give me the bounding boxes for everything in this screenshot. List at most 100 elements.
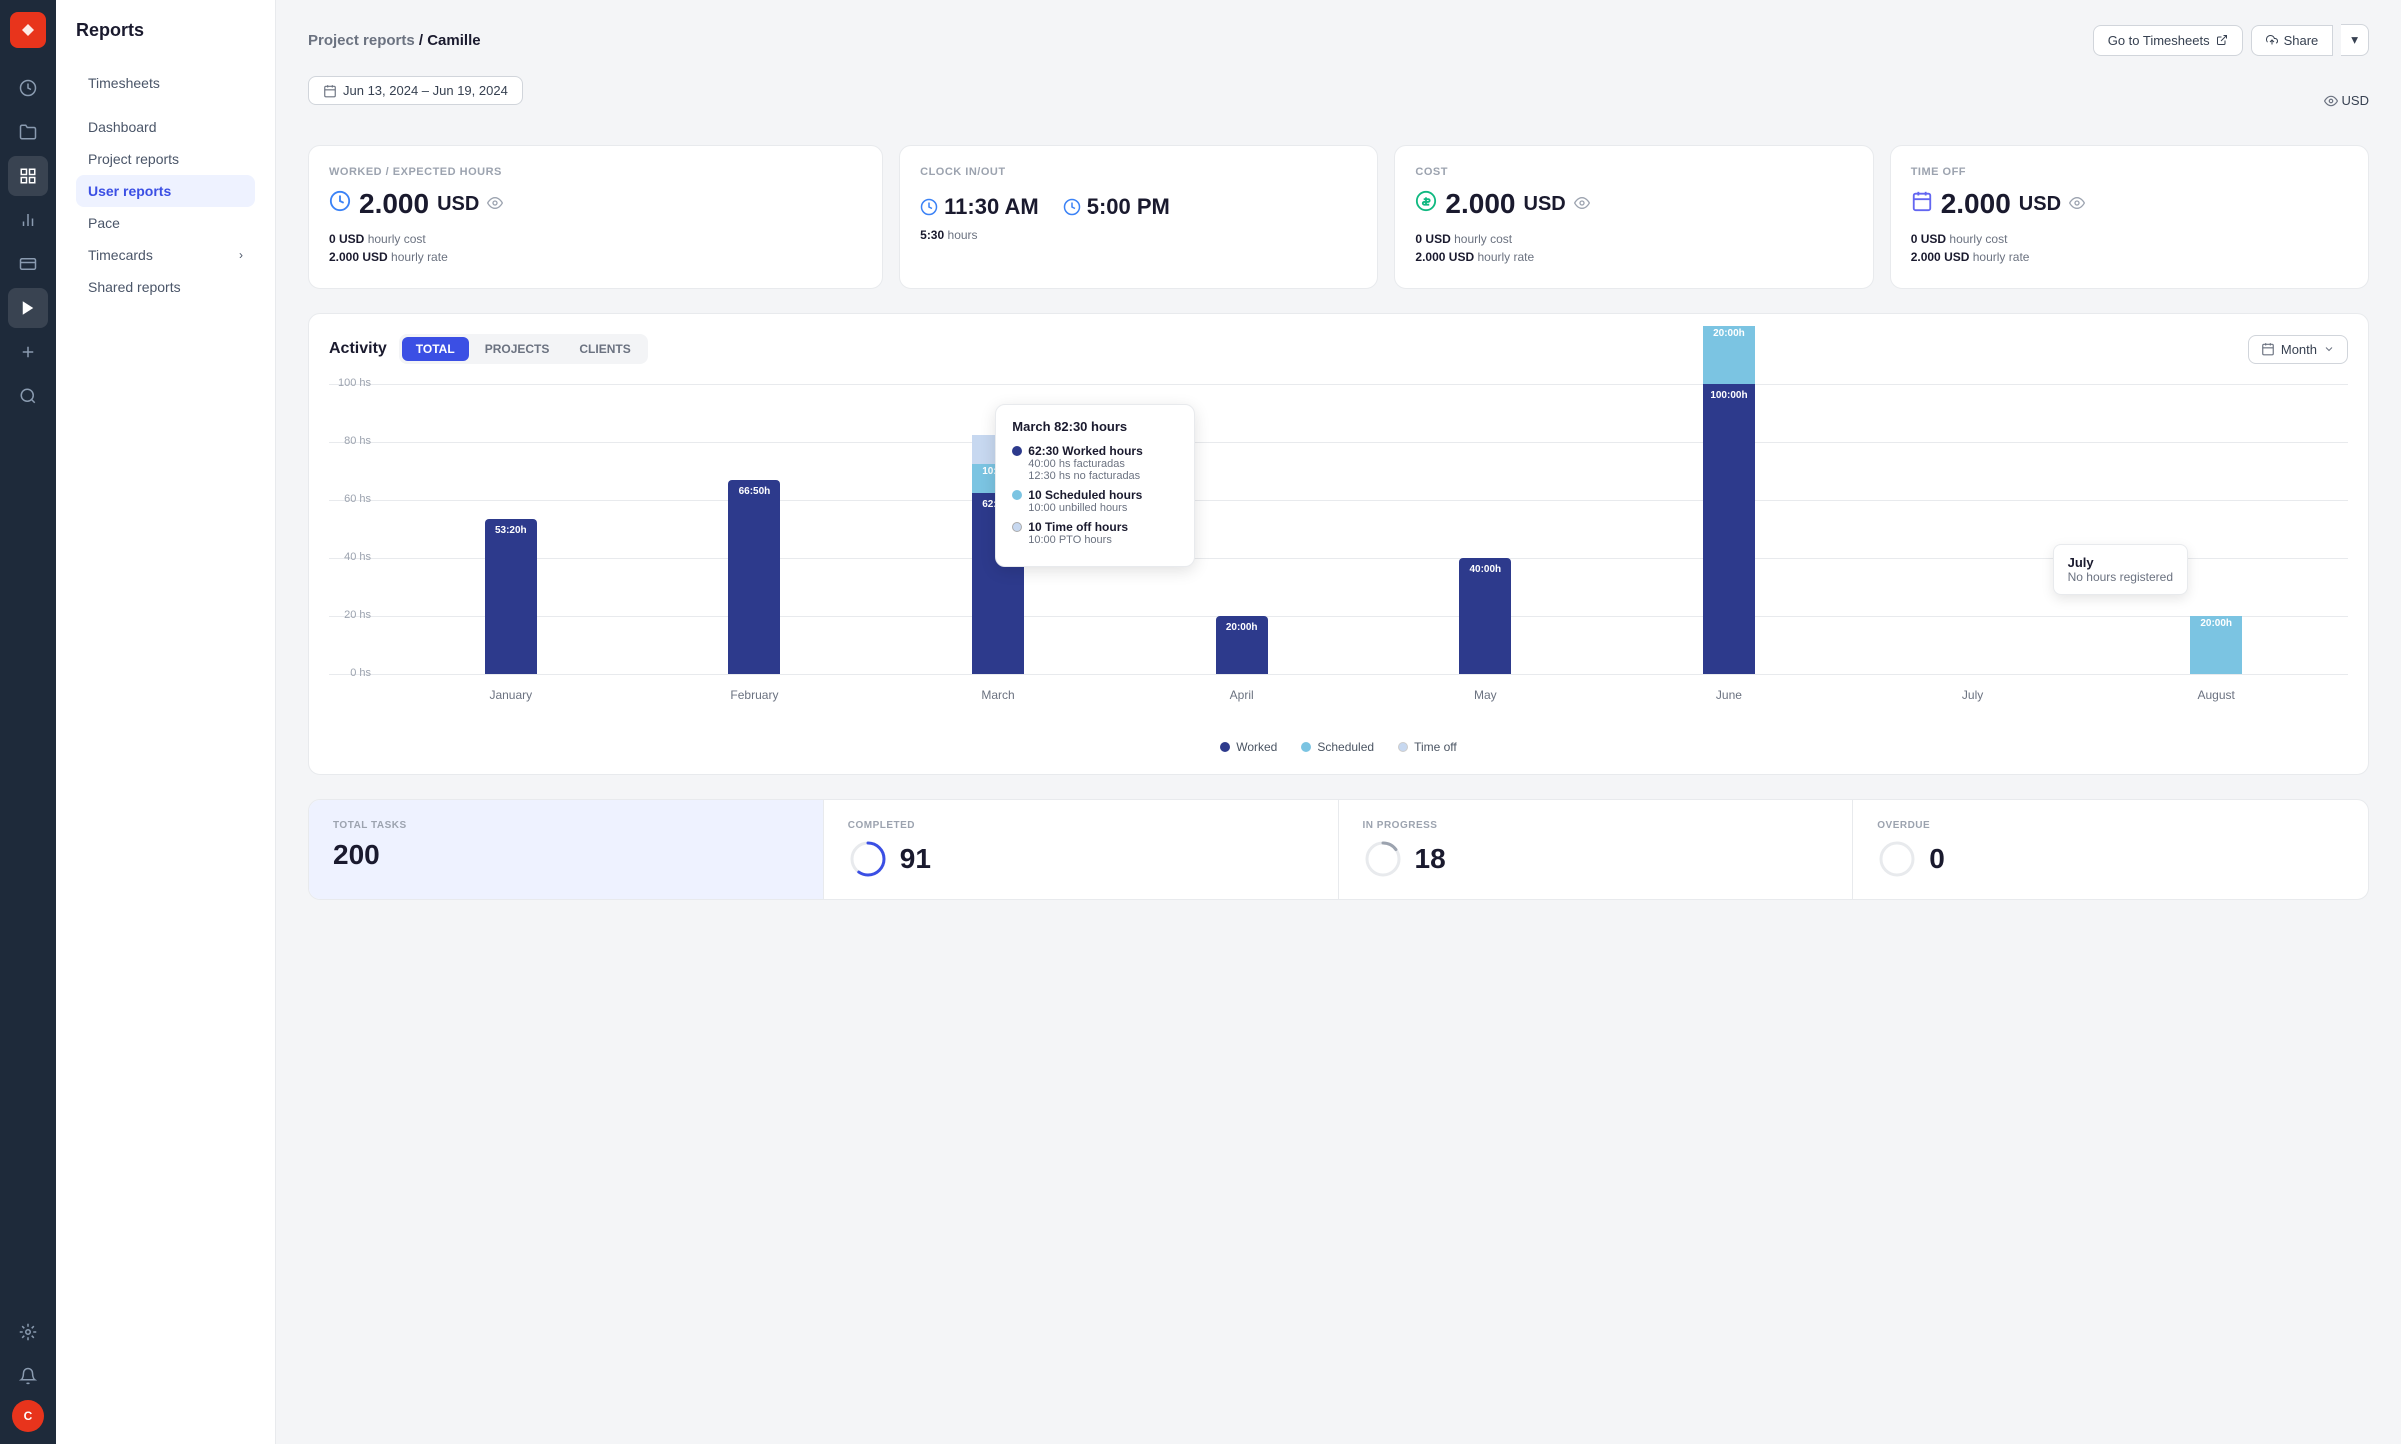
tab-total[interactable]: TOTAL [402,337,469,361]
sidebar-item-dashboard[interactable]: Dashboard [76,111,255,143]
clock-row: 11:30 AM 5:00 PM [920,188,1357,220]
tooltip-scheduled-dot [1012,490,1022,500]
sidebar-item-project-reports[interactable]: Project reports [76,143,255,175]
currency-label: USD [2342,93,2369,108]
july-tooltip-title: July [2068,555,2173,570]
overdue-with-circle: 0 [1877,839,2344,879]
nav-icon-reports[interactable] [8,156,48,196]
calendar-month-icon [2261,342,2275,356]
march-tooltip: March 82:30 hours 62:30 Worked hours 40:… [995,404,1195,567]
breadcrumb-separator: / [419,32,427,49]
eye-timeoff-icon[interactable] [2069,195,2085,214]
sidebar-item-label: Shared reports [88,279,181,295]
eye-worked-icon[interactable] [487,195,503,214]
share-caret-button[interactable]: ▾ [2341,24,2369,56]
overdue-circle [1877,839,1917,879]
month-select[interactable]: Month [2248,335,2348,364]
tab-clients[interactable]: CLIENTS [565,337,644,361]
calendar-filter-icon [323,84,337,98]
worked-value-row: 2.000 USD [329,188,862,220]
activity-header: Activity TOTAL PROJECTS CLIENTS Month [329,334,2348,364]
tooltip-march-title: March 82:30 hours [1012,419,1178,434]
sidebar-section: Timesheets [56,61,275,105]
legend-worked-dot [1220,742,1230,752]
activity-title: Activity [329,340,387,358]
nav-icon-add[interactable] [8,332,48,372]
clock-hours-sub: 5:30 hours [920,228,1357,242]
date-filter-label: Jun 13, 2024 – Jun 19, 2024 [343,83,508,98]
upload-icon [2266,34,2278,46]
bar-xlabel: February [730,688,778,702]
total-tasks-value: 200 [333,839,799,871]
july-tooltip: July No hours registered [2053,544,2188,595]
tooltip-worked-row: 62:30 Worked hours 40:00 hs facturadas 1… [1012,444,1178,482]
sidebar-item-label: User reports [88,183,171,199]
bar-group-may: 40:00hMay [1364,384,1608,674]
breadcrumb-parent[interactable]: Project reports [308,32,415,49]
activity-chart: 100 hs 80 hs 60 hs 40 hs 20 hs 0 hs [329,384,2348,724]
sidebar-item-label: Project reports [88,151,179,167]
app-logo[interactable] [10,12,46,48]
share-button[interactable]: Share [2251,25,2334,56]
overdue-tasks-card: OVERDUE 0 [1853,800,2368,899]
worked-label: WORKED / EXPECTED HOURS [329,166,862,178]
completed-circle [848,839,888,879]
time-off-value-row: 2.000 USD [1911,188,2348,220]
nav-icon-billing[interactable] [8,244,48,284]
sidebar-title: Reports [56,20,275,61]
tooltip-worked-label: 62:30 Worked hours [1028,444,1142,458]
bar-xlabel: January [489,688,532,702]
in-progress-with-circle: 18 [1363,839,1829,879]
sidebar-item-timecards[interactable]: Timecards › [76,239,255,271]
sidebar-item-pace[interactable]: Pace [76,207,255,239]
worked-card: WORKED / EXPECTED HOURS 2.000 USD 0 USD … [308,145,883,289]
cost-unit: USD [1524,193,1566,216]
nav-icon-folder[interactable] [8,112,48,152]
bar-xlabel: May [1474,688,1497,702]
overdue-label: OVERDUE [1877,820,2344,831]
sidebar-item-shared-reports[interactable]: Shared reports [76,271,255,303]
tooltip-worked-sub2: 12:30 hs no facturadas [1028,470,1142,482]
tab-projects[interactable]: PROJECTS [471,337,564,361]
sidebar-item-user-reports[interactable]: User reports [76,175,255,207]
breadcrumb-current: Camille [427,32,480,49]
clock-in-time: 11:30 AM [920,194,1039,220]
in-progress-tasks-card: IN PROGRESS 18 [1339,800,1854,899]
clock-out-time: 5:00 PM [1063,194,1170,220]
bar-worked: 20:00h [1216,616,1268,674]
nav-icon-bell[interactable] [8,1356,48,1396]
bar-worked: 53:20h [485,519,537,674]
legend-worked: Worked [1220,740,1277,754]
tooltip-timeoff-dot [1012,522,1022,532]
user-avatar[interactable]: C [12,1400,44,1432]
bar-xlabel: August [2198,688,2235,702]
completed-value: 91 [900,843,931,875]
date-filter[interactable]: Jun 13, 2024 – Jun 19, 2024 [308,76,523,105]
sidebar-item-label: Pace [88,215,120,231]
tooltip-scheduled-row: 10 Scheduled hours 10:00 unbilled hours [1012,488,1178,514]
clock-out-icon [1063,198,1081,216]
bar-worked: 66:50h [728,480,780,674]
month-select-label: Month [2281,342,2317,357]
time-off-value: 2.000 [1941,188,2011,220]
legend-timeoff: Time off [1398,740,1457,754]
bar-worked: 100:00h [1703,384,1755,674]
sidebar-item-timesheets[interactable]: Timesheets [76,67,255,99]
nav-icon-settings[interactable] [8,1312,48,1352]
completed-label: COMPLETED [848,820,1314,831]
main-content: Project reports / Camille Go to Timeshee… [276,0,2401,1444]
activity-section: Activity TOTAL PROJECTS CLIENTS Month 10… [308,313,2369,775]
currency-toggle[interactable]: USD [2324,93,2369,108]
eye-cost-icon[interactable] [1574,195,1590,214]
go-to-timesheets-button[interactable]: Go to Timesheets [2093,25,2243,56]
activity-tab-group: TOTAL PROJECTS CLIENTS [399,334,648,364]
clock-in-icon [920,198,938,216]
in-progress-label: IN PROGRESS [1363,820,1829,831]
tooltip-timeoff-row: 10 Time off hours 10:00 PTO hours [1012,520,1178,546]
nav-icon-play[interactable] [8,288,48,328]
cost-value-row: 2.000 USD [1415,188,1852,220]
nav-icon-chart[interactable] [8,200,48,240]
nav-icon-clock[interactable] [8,68,48,108]
legend-scheduled-dot [1301,742,1311,752]
nav-icon-search[interactable] [8,376,48,416]
